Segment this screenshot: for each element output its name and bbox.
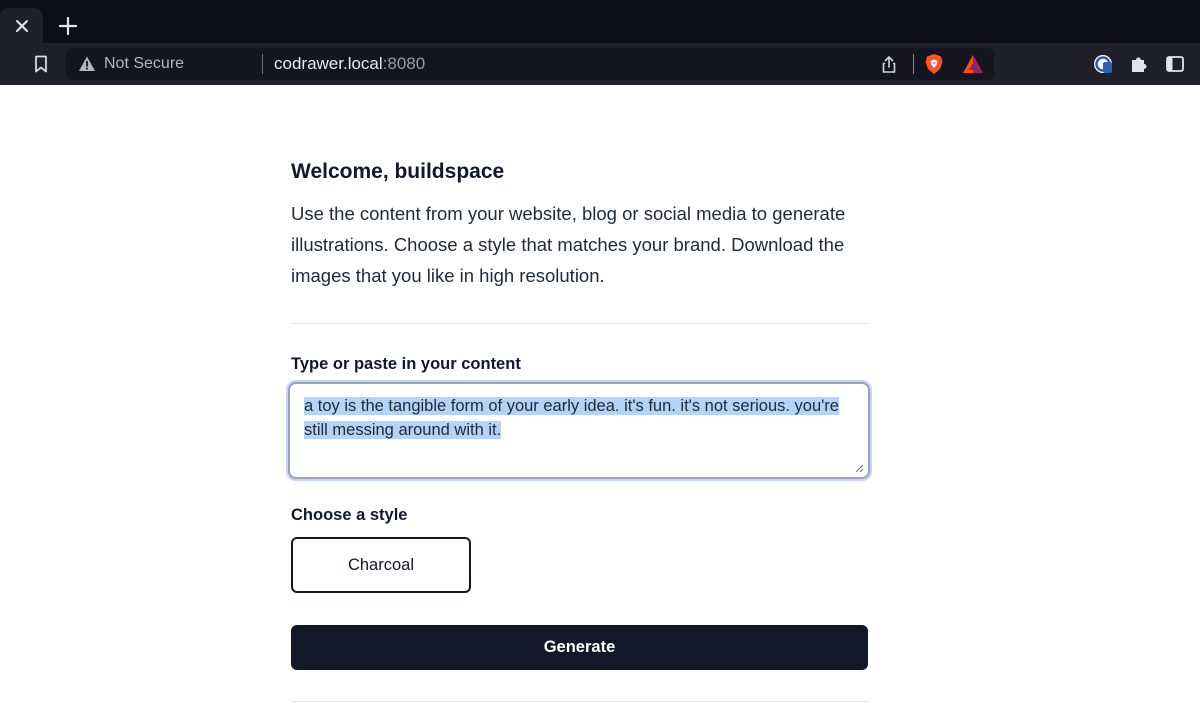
- browser-toolbar: Not Secure codrawer.local:8080: [0, 43, 1200, 85]
- content-label: Type or paste in your content: [291, 355, 521, 373]
- brave-rewards-icon[interactable]: [962, 54, 984, 74]
- bottom-divider: [291, 701, 868, 702]
- bookmark-icon: [35, 55, 47, 73]
- share-icon[interactable]: [880, 55, 898, 74]
- address-bar[interactable]: Not Secure codrawer.local:8080: [66, 48, 994, 80]
- bookmark-button[interactable]: [26, 51, 56, 77]
- puzzle-extensions-icon[interactable]: [1128, 53, 1150, 75]
- url-text[interactable]: codrawer.local:8080: [274, 54, 425, 74]
- style-option-charcoal[interactable]: Charcoal: [291, 537, 471, 593]
- content-textarea[interactable]: a toy is the tangible form of your early…: [288, 382, 870, 479]
- address-separator: [262, 54, 263, 74]
- url-host: codrawer.local: [274, 54, 383, 73]
- resize-handle-icon[interactable]: [854, 463, 864, 473]
- plus-icon: [59, 17, 77, 35]
- brave-shields-icon[interactable]: [923, 53, 945, 75]
- section-divider: [291, 323, 868, 324]
- style-label: Choose a style: [291, 506, 408, 524]
- url-port: :8080: [382, 54, 426, 73]
- welcome-title: Welcome, buildspace: [291, 160, 505, 183]
- new-tab-button[interactable]: [52, 10, 84, 42]
- close-tab-button[interactable]: [0, 8, 43, 43]
- warning-icon[interactable]: [78, 55, 96, 73]
- intro-text: Use the content from your website, blog …: [291, 203, 846, 286]
- content-text[interactable]: a toy is the tangible form of your early…: [304, 394, 854, 442]
- sidebar-icon[interactable]: [1164, 53, 1186, 75]
- address-separator-2: [913, 54, 914, 74]
- generate-button[interactable]: Generate: [291, 625, 868, 670]
- security-label[interactable]: Not Secure: [104, 55, 184, 73]
- extension-badge-icon[interactable]: [1092, 53, 1114, 75]
- close-icon: [15, 19, 28, 32]
- selected-text: a toy is the tangible form of your early…: [304, 397, 839, 439]
- style-option-label: Charcoal: [347, 555, 415, 574]
- tab-strip: [0, 0, 1200, 43]
